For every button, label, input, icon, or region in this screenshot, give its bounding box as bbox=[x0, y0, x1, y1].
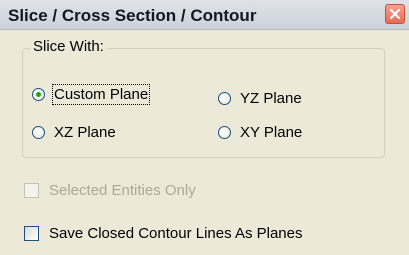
title-bar[interactable]: Slice / Cross Section / Contour bbox=[0, 0, 409, 30]
radio-label-xz-plane: XZ Plane bbox=[54, 124, 116, 141]
selected-entities-only-label: Selected Entities Only bbox=[49, 182, 196, 199]
radio-label-xy-plane: XY Plane bbox=[240, 124, 303, 141]
dialog-window: Slice / Cross Section / Contour Slice Wi… bbox=[0, 0, 409, 255]
radio-button[interactable] bbox=[32, 126, 45, 139]
slice-with-group bbox=[22, 48, 385, 158]
checkbox-box[interactable] bbox=[24, 183, 39, 198]
radio-custom-plane[interactable]: Custom Plane bbox=[32, 84, 151, 105]
slice-with-legend: Slice With: bbox=[30, 38, 107, 55]
checkbox-box[interactable] bbox=[24, 226, 39, 241]
close-button[interactable] bbox=[385, 4, 405, 24]
radio-button[interactable] bbox=[218, 92, 231, 105]
radio-label-yz-plane: YZ Plane bbox=[240, 90, 302, 107]
radio-label-custom-plane: Custom Plane bbox=[51, 84, 151, 105]
radio-xz-plane[interactable]: XZ Plane bbox=[32, 124, 116, 141]
radio-button[interactable] bbox=[218, 126, 231, 139]
save-closed-contour-lines-label: Save Closed Contour Lines As Planes bbox=[49, 225, 303, 242]
save-closed-contour-lines-checkbox[interactable]: Save Closed Contour Lines As Planes bbox=[24, 225, 302, 242]
dialog-title: Slice / Cross Section / Contour bbox=[8, 6, 257, 25]
close-icon bbox=[389, 8, 401, 20]
selected-entities-only-checkbox[interactable]: Selected Entities Only bbox=[24, 182, 196, 199]
radio-xy-plane[interactable]: XY Plane bbox=[218, 124, 302, 141]
radio-yz-plane[interactable]: YZ Plane bbox=[218, 90, 302, 107]
radio-button-checked[interactable] bbox=[32, 88, 45, 101]
